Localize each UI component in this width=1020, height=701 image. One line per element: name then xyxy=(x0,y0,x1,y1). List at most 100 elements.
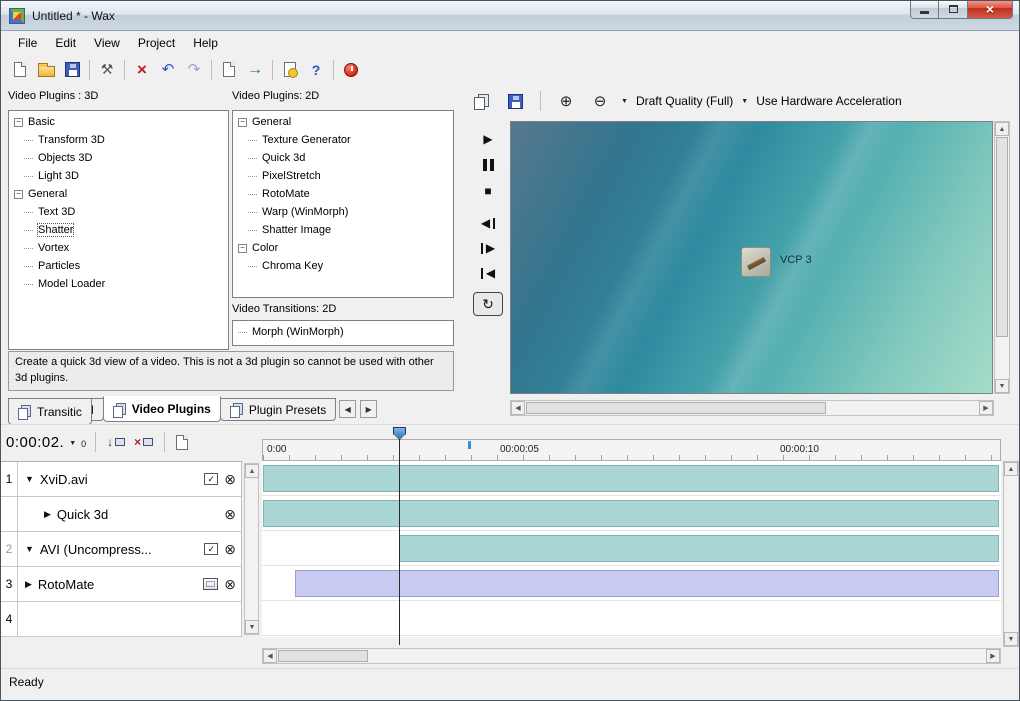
scroll-down-button[interactable]: ▼ xyxy=(1004,632,1018,646)
close-button[interactable]: × xyxy=(968,0,1013,19)
save-frame-button[interactable] xyxy=(502,89,528,113)
quality-dropdown-icon[interactable]: ▼ xyxy=(621,98,628,105)
undo-button[interactable]: ↶ xyxy=(155,58,181,82)
scroll-down-button[interactable]: ▼ xyxy=(995,379,1009,393)
collapse-icon[interactable]: − xyxy=(238,244,247,253)
tree-group-general[interactable]: −General xyxy=(233,113,453,131)
copy-frame-button[interactable] xyxy=(468,89,494,113)
timeline-clip-avi[interactable] xyxy=(399,535,999,562)
timeline-properties-button[interactable] xyxy=(174,433,190,452)
timeline-ruler[interactable]: 0:00 00:00:05 00:00:10 xyxy=(262,439,1001,461)
render-settings-button[interactable] xyxy=(216,58,242,82)
timeline-horizontal-scrollbar[interactable]: ◀ ▶ xyxy=(262,648,1001,664)
collapse-icon[interactable]: − xyxy=(14,190,23,199)
tree-item[interactable]: Transform 3D xyxy=(9,131,228,149)
delete-button[interactable]: × xyxy=(129,58,155,82)
remove-track-icon[interactable]: ⊗ xyxy=(224,577,236,591)
tree-item[interactable]: Warp (WinMorph) xyxy=(233,203,453,221)
tab-scroll-right-button[interactable]: ▶ xyxy=(360,400,377,418)
scroll-right-button[interactable]: ▶ xyxy=(986,649,1000,663)
tree-item[interactable]: Vortex xyxy=(9,239,228,257)
tree-item[interactable]: Chroma Key xyxy=(233,257,453,275)
exit-button[interactable] xyxy=(338,58,364,82)
menu-project[interactable]: Project xyxy=(129,33,184,53)
acceleration-dropdown-label[interactable]: Use Hardware Acceleration xyxy=(756,94,901,108)
track-row-1[interactable]: 1 ▼ XviD.avi ✓ ⊗ xyxy=(1,462,241,497)
tab-scroll-left-button[interactable]: ◀ xyxy=(339,400,356,418)
timecode-display[interactable]: 0:00:02. xyxy=(6,434,64,451)
settings-button[interactable]: ⚒ xyxy=(94,58,120,82)
go-to-start-button[interactable]: ◀ xyxy=(473,261,503,285)
tab-plugin-presets[interactable]: Plugin Presets xyxy=(220,398,336,421)
scrollbar-thumb[interactable] xyxy=(526,402,826,414)
scroll-left-button[interactable]: ◀ xyxy=(511,401,525,415)
help-button[interactable]: ? xyxy=(303,58,329,82)
acceleration-dropdown-icon[interactable]: ▼ xyxy=(741,98,748,105)
tree-item[interactable]: Morph (WinMorph) xyxy=(233,323,453,341)
scroll-left-button[interactable]: ◀ xyxy=(263,649,277,663)
minimize-button[interactable] xyxy=(910,0,939,19)
plugin-name[interactable]: Quick 3d xyxy=(57,507,108,522)
properties-button[interactable] xyxy=(277,58,303,82)
menu-file[interactable]: File xyxy=(9,33,46,53)
track-name[interactable]: XviD.avi xyxy=(40,472,88,487)
scroll-up-button[interactable]: ▲ xyxy=(1004,462,1018,476)
maximize-button[interactable] xyxy=(939,0,968,19)
timeline-clip-quick3d[interactable] xyxy=(263,500,999,527)
scroll-up-button[interactable]: ▲ xyxy=(245,464,259,478)
step-back-button[interactable]: ◀ xyxy=(473,211,503,235)
scrollbar-thumb[interactable] xyxy=(996,137,1008,337)
collapse-icon[interactable]: − xyxy=(238,118,247,127)
scroll-up-button[interactable]: ▲ xyxy=(995,122,1009,136)
tree-item[interactable]: Particles xyxy=(9,257,228,275)
render-flag-icon[interactable]: ✓ xyxy=(204,473,218,485)
preview-vertical-scrollbar[interactable]: ▲ ▼ xyxy=(994,121,1010,394)
scroll-down-button[interactable]: ▼ xyxy=(245,620,259,634)
tree-item-selected[interactable]: Shatter xyxy=(9,221,228,239)
remove-plugin-icon[interactable]: ⊗ xyxy=(224,507,236,521)
menu-edit[interactable]: Edit xyxy=(46,33,85,53)
clip-properties-icon[interactable] xyxy=(203,578,218,590)
tree-group-general[interactable]: −General xyxy=(9,185,228,203)
new-project-button[interactable] xyxy=(7,58,33,82)
collapse-icon[interactable]: − xyxy=(14,118,23,127)
tree-item[interactable]: Text 3D xyxy=(9,203,228,221)
track-row-4[interactable]: 4 xyxy=(1,602,241,637)
stop-button[interactable]: ■ xyxy=(473,179,503,203)
zoom-out-button[interactable]: ⊖ xyxy=(587,89,613,113)
tree-item[interactable]: Light 3D xyxy=(9,167,228,185)
save-button[interactable] xyxy=(59,58,85,82)
track-row-quick3d[interactable]: ▶ Quick 3d ⊗ xyxy=(1,497,241,532)
tree-group-basic[interactable]: −Basic xyxy=(9,113,228,131)
tree-item[interactable]: PixelStretch xyxy=(233,167,453,185)
open-button[interactable] xyxy=(33,58,59,82)
track-name[interactable]: RotoMate xyxy=(38,577,94,592)
tree-item[interactable]: Quick 3d xyxy=(233,149,453,167)
timeline-vertical-scrollbar[interactable]: ▲ ▼ xyxy=(1003,461,1019,647)
render-flag-icon[interactable]: ✓ xyxy=(204,543,218,555)
play-button[interactable]: ▶ xyxy=(473,127,503,151)
tree-item[interactable]: Texture Generator xyxy=(233,131,453,149)
preview-horizontal-scrollbar[interactable]: ◀ ▶ xyxy=(510,400,994,416)
add-track-button[interactable]: ↓ xyxy=(105,434,127,450)
quality-dropdown-label[interactable]: Draft Quality (Full) xyxy=(636,94,733,108)
step-forward-button[interactable]: ▶ xyxy=(473,236,503,260)
loop-button[interactable]: ↻ xyxy=(473,292,503,316)
timeline-clips-area[interactable] xyxy=(262,461,1001,637)
scroll-right-button[interactable]: ▶ xyxy=(979,401,993,415)
expand-track-icon[interactable]: ▶ xyxy=(25,579,32,590)
timecode-dropdown-icon[interactable]: ▼ xyxy=(69,437,76,447)
tab-video-plugins[interactable]: Video Plugins xyxy=(103,396,221,422)
track-row-2[interactable]: 2 ▼ AVI (Uncompress... ✓ ⊗ xyxy=(1,532,241,567)
expand-plugin-icon[interactable]: ▶ xyxy=(44,509,51,520)
collapse-track-icon[interactable]: ▼ xyxy=(25,474,34,484)
track-name[interactable]: AVI (Uncompress... xyxy=(40,542,152,557)
scrollbar-thumb[interactable] xyxy=(278,650,368,662)
redo-button[interactable]: ↷ xyxy=(181,58,207,82)
zoom-in-button[interactable]: ⊕ xyxy=(553,89,579,113)
tree-group-color[interactable]: −Color xyxy=(233,239,453,257)
playhead[interactable] xyxy=(393,427,406,645)
menu-view[interactable]: View xyxy=(85,33,129,53)
render-button[interactable]: → xyxy=(242,58,268,82)
remove-track-icon[interactable]: ⊗ xyxy=(224,542,236,556)
